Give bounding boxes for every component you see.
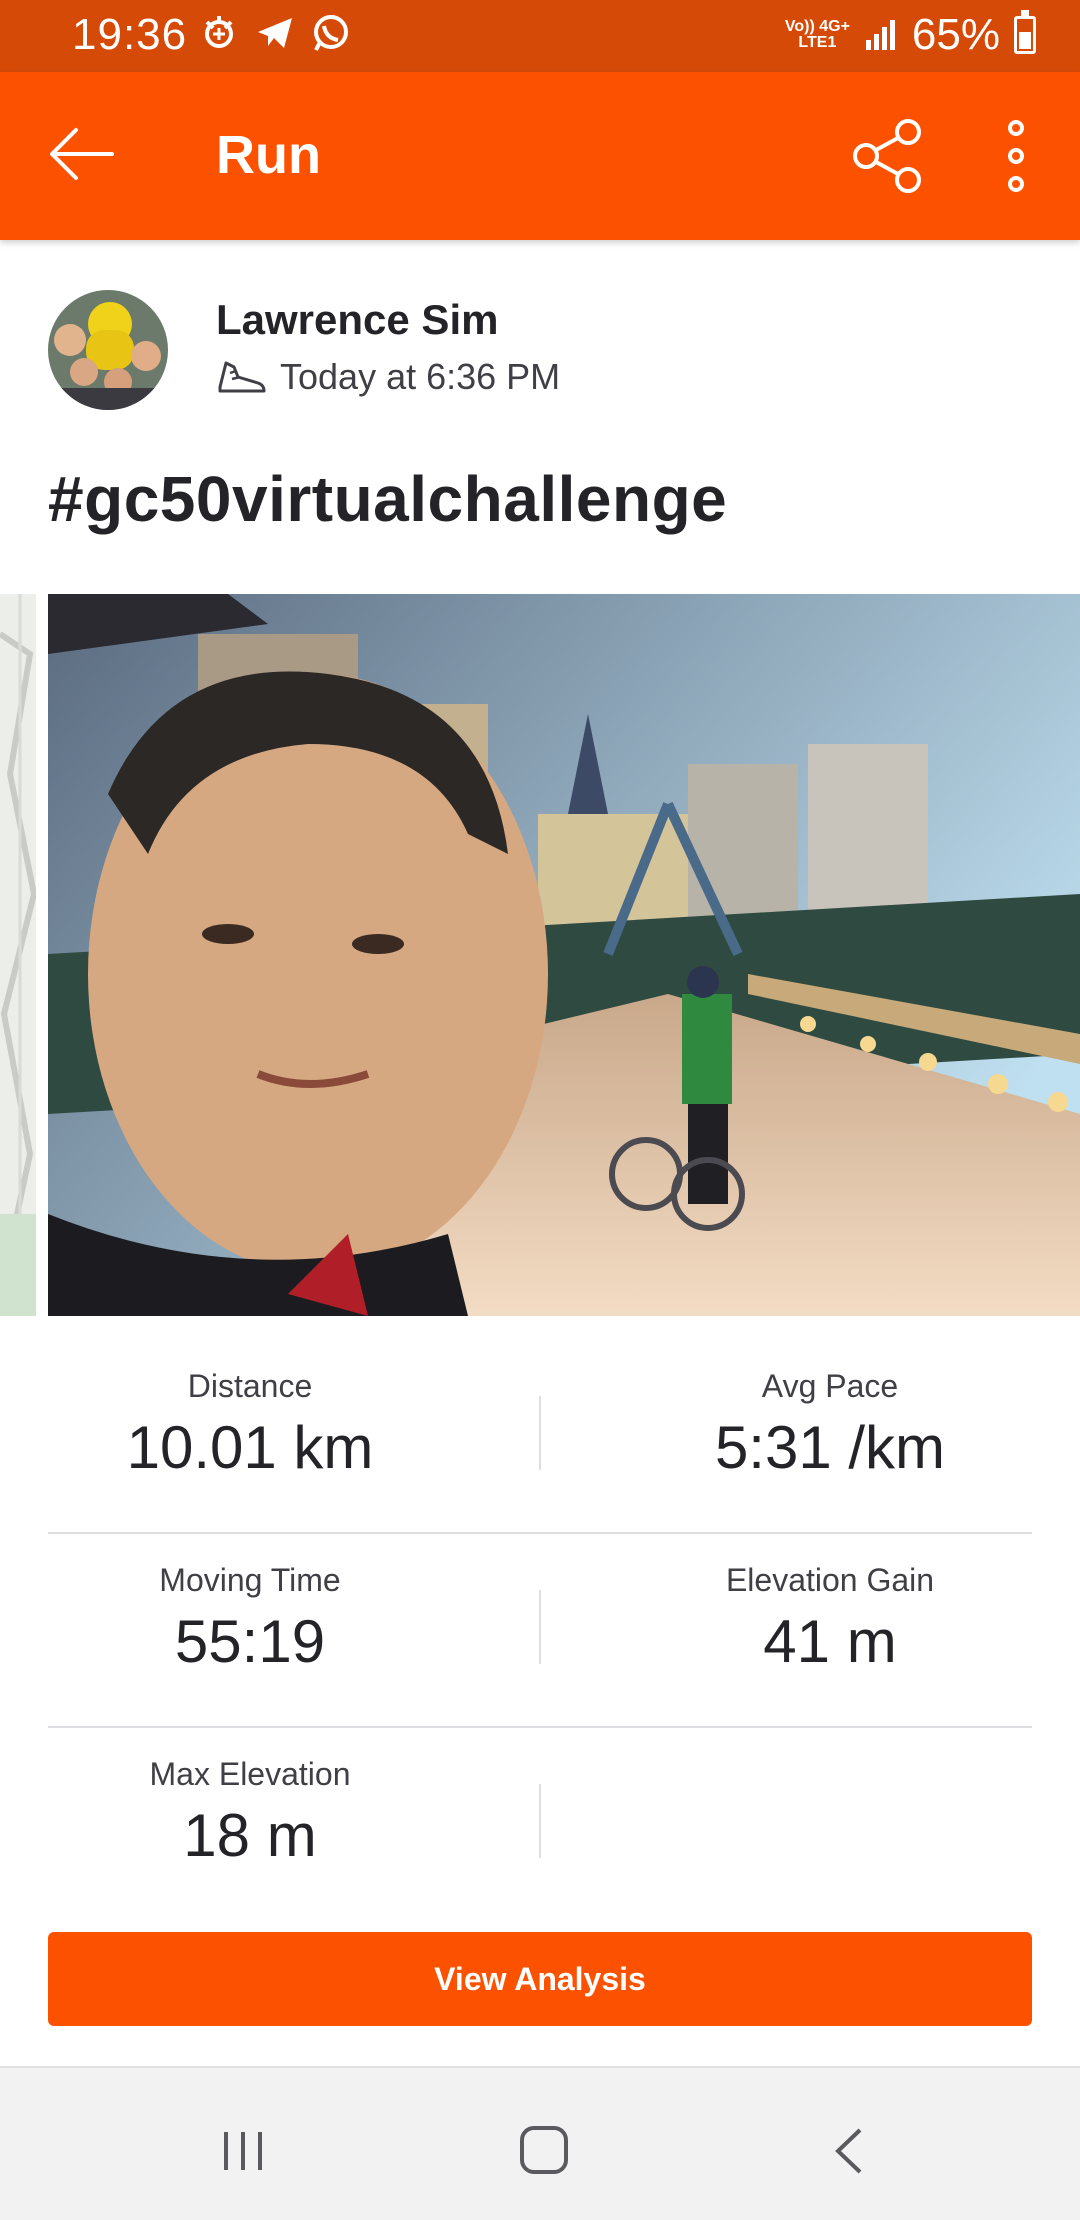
- status-bar: 19:36 Vo)) 4G+ LTE1 65%: [0, 0, 1080, 72]
- stat-avg-pace: Avg Pace 5:31 /km: [628, 1368, 1032, 1482]
- stat-label: Elevation Gain: [725, 1562, 935, 1598]
- avatar[interactable]: [48, 290, 168, 410]
- map-image: [0, 594, 36, 1316]
- system-back-button[interactable]: [826, 2126, 872, 2181]
- stat-max-elevation: Max Elevation 18 m: [48, 1756, 452, 1870]
- signal-icon: [205, 16, 233, 48]
- stat-divider: [539, 1784, 541, 1858]
- network-label-bottom: LTE1: [798, 34, 837, 51]
- activity-title: #gc50virtualchallenge: [48, 463, 728, 535]
- activity-media[interactable]: [0, 594, 1080, 1316]
- run-shoe-icon: [218, 361, 266, 393]
- activity-timestamp: Today at 6:36 PM: [280, 356, 561, 397]
- home-icon: [520, 2126, 568, 2174]
- view-analysis-button[interactable]: View Analysis: [48, 1932, 1032, 2026]
- recent-apps-icon: [224, 2132, 262, 2170]
- route-map-preview[interactable]: [0, 594, 36, 1316]
- notification-icons: [198, 12, 352, 54]
- home-button[interactable]: [518, 2124, 570, 2181]
- activity-stats: Distance 10.01 km Avg Pace 5:31 /km Movi…: [48, 1340, 1032, 1922]
- stat-label: Max Elevation: [149, 1756, 351, 1792]
- stats-row-2: Moving Time 55:19 Elevation Gain 41 m: [48, 1534, 1032, 1728]
- stat-moving-time: Moving Time 55:19: [48, 1562, 452, 1676]
- stat-value: 10.01 km: [126, 1414, 374, 1481]
- status-time: 19:36: [72, 10, 188, 59]
- stat-distance: Distance 10.01 km: [48, 1368, 452, 1482]
- share-icon: [853, 119, 921, 193]
- stat-value: 18 m: [183, 1802, 317, 1869]
- stats-row-1: Distance 10.01 km Avg Pace 5:31 /km: [48, 1340, 1032, 1534]
- status-right: Vo)) 4G+ LTE1 65%: [785, 10, 1036, 60]
- page-title: Run: [216, 125, 321, 185]
- telegram-icon: [258, 18, 292, 48]
- stats-row-3: Max Elevation 18 m: [48, 1728, 1032, 1922]
- athlete-name[interactable]: Lawrence Sim: [216, 296, 498, 344]
- app-bar: Run: [0, 72, 1080, 240]
- stat-label: Avg Pace: [761, 1368, 899, 1404]
- network-label-top: Vo)) 4G+: [784, 18, 850, 35]
- avatar-image: [48, 290, 168, 410]
- chevron-left-icon: [835, 2128, 862, 2174]
- cell-signal-icon: [865, 20, 895, 50]
- system-nav-bar: [0, 2066, 1080, 2220]
- whatsapp-icon: [314, 15, 348, 51]
- network-indicator: Vo)) 4G+ LTE1: [785, 19, 850, 51]
- stat-elevation-gain: Elevation Gain 41 m: [628, 1562, 1032, 1676]
- share-button[interactable]: [848, 116, 928, 196]
- stat-label: Distance: [187, 1368, 313, 1404]
- stat-divider: [539, 1396, 541, 1470]
- more-vert-icon: [1008, 120, 1024, 192]
- activity-photo[interactable]: [48, 594, 1080, 1316]
- activity-meta: Today at 6:36 PM: [216, 356, 560, 398]
- stat-value: 41 m: [763, 1608, 897, 1675]
- back-button[interactable]: [46, 122, 118, 186]
- selfie-photo: [48, 594, 1080, 1316]
- battery-icon: [1014, 10, 1036, 54]
- battery-percent: 65%: [911, 10, 1000, 59]
- stat-divider: [539, 1590, 541, 1664]
- more-options-button[interactable]: [996, 116, 1036, 196]
- stat-value: 55:19: [174, 1608, 326, 1675]
- stat-value: 5:31 /km: [714, 1414, 946, 1481]
- stat-label: Moving Time: [159, 1562, 341, 1598]
- activity-header: Lawrence Sim Today at 6:36 PM: [0, 240, 1080, 420]
- back-arrow-icon: [50, 128, 114, 180]
- recent-apps-button[interactable]: [220, 2128, 266, 2179]
